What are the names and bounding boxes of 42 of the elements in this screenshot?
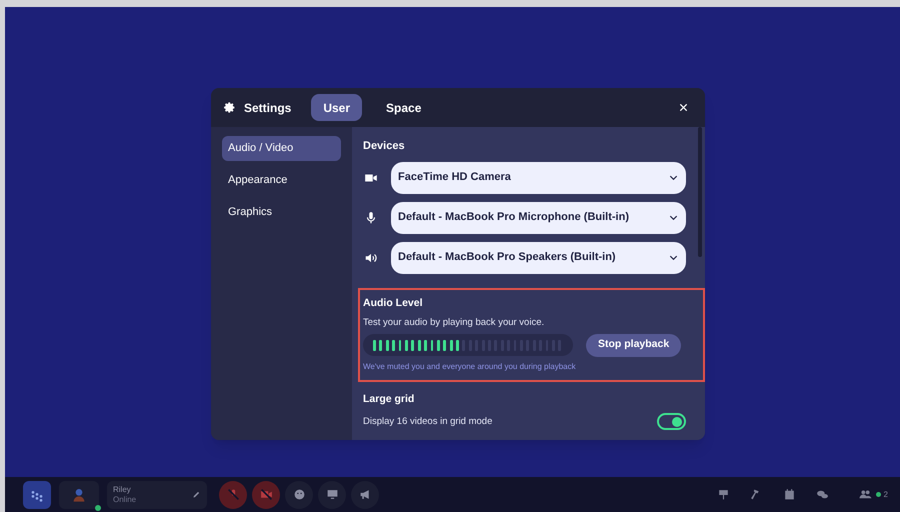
microphone-icon (226, 488, 240, 501)
device-select[interactable]: Default - MacBook Pro Speakers (Built-in) (391, 242, 686, 274)
microphone-icon (364, 210, 378, 224)
avatar-tile[interactable] (59, 480, 99, 508)
device-select[interactable]: Default - MacBook Pro Microphone (Built-in) (391, 202, 686, 234)
participants-button[interactable]: 2 (858, 488, 888, 501)
megaphone-button[interactable] (351, 480, 379, 508)
smiley-icon (292, 488, 306, 501)
user-card[interactable]: Riley Online (107, 480, 207, 508)
chat-bubbles-icon (816, 488, 830, 501)
tab[interactable]: Space (374, 94, 434, 121)
gear-icon (223, 101, 236, 114)
pencil-icon (192, 490, 201, 499)
camera-icon (260, 488, 272, 501)
smiley-button[interactable] (285, 480, 313, 508)
user-status: Online (113, 494, 136, 504)
sidebar-item[interactable]: Audio / Video (222, 136, 341, 161)
monitor-button[interactable] (318, 480, 346, 508)
participant-count: 2 (884, 488, 888, 500)
toggle-switch[interactable] (657, 413, 686, 430)
close-icon (678, 102, 688, 113)
calendar-icon (783, 488, 796, 501)
sidebar-item[interactable]: Graphics (222, 200, 341, 225)
monitor-icon (326, 488, 338, 501)
section-heading: Audio Level (363, 296, 424, 310)
signpost-icon (717, 488, 730, 501)
settings-title: Settings (244, 100, 292, 116)
camera-button[interactable] (252, 480, 280, 508)
section-heading: Large grid (363, 392, 416, 406)
megaphone-icon (358, 488, 372, 501)
app-logo-button[interactable] (23, 480, 51, 508)
description-text: Test your audio by playing back your voice. (363, 316, 546, 330)
note-text: We've muted you and everyone around you during playback (363, 360, 577, 372)
description-text: Display 16 videos in grid mode (363, 414, 492, 429)
section-heading: Devices (363, 139, 406, 154)
stop-playback-button[interactable]: Stop playback (586, 334, 682, 356)
people-icon (858, 488, 873, 501)
device-select[interactable]: FaceTime HD Camera (391, 162, 686, 194)
sidebar-item[interactable]: Appearance (222, 168, 341, 193)
avatar-icon (71, 486, 87, 502)
user-name: Riley (113, 484, 132, 494)
tab[interactable]: User (311, 94, 362, 121)
